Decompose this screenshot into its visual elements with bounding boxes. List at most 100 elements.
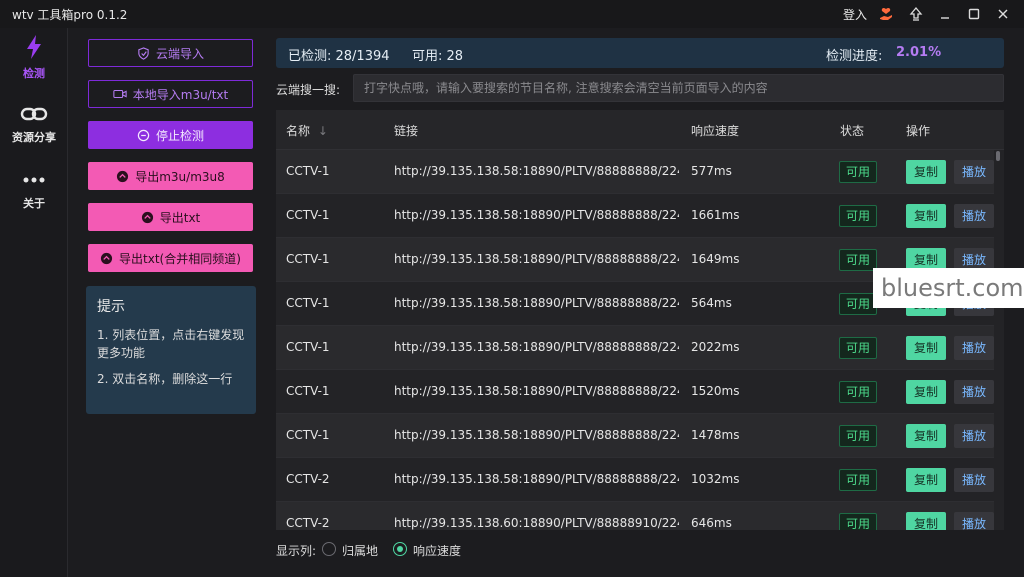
table-row[interactable]: CCTV-2 http://39.135.138.60:18890/PLTV/88…	[276, 502, 994, 530]
status-badge: 可用	[839, 425, 878, 447]
cell-name[interactable]: CCTV-1	[286, 384, 330, 398]
hand-heart-icon[interactable]	[876, 4, 896, 24]
cell-name[interactable]: CCTV-1	[286, 164, 330, 178]
cell-name[interactable]: CCTV-1	[286, 340, 330, 354]
status-badge: 可用	[839, 337, 878, 359]
play-button[interactable]: 播放	[954, 336, 994, 360]
cell-name[interactable]: CCTV-1	[286, 208, 330, 222]
table-row[interactable]: CCTV-1 http://39.135.138.58:18890/PLTV/88…	[276, 414, 994, 458]
nav-item-check[interactable]: 检测	[0, 34, 68, 81]
play-button[interactable]: 播放	[954, 160, 994, 184]
tips-panel: 提示 1. 列表位置，点击右键发现更多功能 2. 双击名称，删除这一行	[86, 286, 256, 414]
stop-check-label: 停止检测	[155, 128, 204, 143]
export-txt-merge-label: 导出txt(合并相同频道)	[119, 251, 241, 266]
status-badge: 可用	[839, 513, 878, 530]
header-name[interactable]: 名称 ↓	[286, 122, 328, 139]
available-count: 可用: 28	[412, 49, 464, 64]
cell-speed: 1032ms	[691, 472, 740, 486]
close-icon[interactable]	[993, 4, 1013, 24]
cell-speed: 1478ms	[691, 428, 740, 442]
radio-response-speed-label[interactable]: 响应速度	[413, 542, 461, 559]
export-m3u-button[interactable]: 导出m3u/m3u8	[88, 162, 253, 190]
scrollbar-thumb[interactable]	[996, 151, 1000, 161]
copy-button[interactable]: 复制	[906, 468, 946, 492]
cell-speed: 564ms	[691, 296, 732, 310]
upload-icon[interactable]	[906, 4, 926, 24]
export-txt-merge-button[interactable]: 导出txt(合并相同频道)	[88, 244, 253, 272]
table-row[interactable]: CCTV-1 http://39.135.138.58:18890/PLTV/88…	[276, 150, 994, 194]
status-badge: 可用	[839, 469, 878, 491]
export-icon	[116, 170, 129, 183]
status-badge: 可用	[839, 205, 878, 227]
copy-button[interactable]: 复制	[906, 336, 946, 360]
display-columns-label: 显示列:	[276, 544, 317, 558]
copy-button[interactable]: 复制	[906, 424, 946, 448]
table-row[interactable]: CCTV-1 http://39.135.138.58:18890/PLTV/88…	[276, 194, 994, 238]
cloud-import-label: 云端导入	[155, 46, 204, 61]
table-header: 名称 ↓ 链接 响应速度 状态 操作	[276, 110, 1004, 150]
copy-button[interactable]: 复制	[906, 512, 946, 530]
minimize-icon[interactable]	[935, 4, 955, 24]
cell-name[interactable]: CCTV-1	[286, 296, 330, 310]
status-bar: 已检测: 28/1394 可用: 28 检测进度: 2.01%	[276, 38, 1004, 68]
maximize-icon[interactable]	[964, 4, 984, 24]
progress-value: 2.01%	[896, 45, 942, 60]
local-import-button[interactable]: 本地导入m3u/txt	[88, 80, 253, 108]
cell-name[interactable]: CCTV-2	[286, 516, 330, 530]
title-bar: wtv 工具箱pro 0.1.2 登入	[0, 0, 1024, 28]
stop-check-button[interactable]: 停止检测	[88, 121, 253, 149]
nav-item-resources[interactable]: 资源分享	[0, 104, 68, 145]
export-icon	[141, 211, 154, 224]
table-row[interactable]: CCTV-1 http://39.135.138.58:18890/PLTV/88…	[276, 326, 994, 370]
radio-location[interactable]	[322, 542, 336, 556]
nav-item-about[interactable]: 关于	[0, 174, 68, 211]
login-link[interactable]: 登入	[843, 6, 867, 23]
radio-location-label[interactable]: 归属地	[342, 542, 378, 559]
status-badge: 可用	[839, 249, 878, 271]
channel-table: 名称 ↓ 链接 响应速度 状态 操作 CCTV-1 http://39.135.1…	[276, 110, 1004, 530]
cell-link: http://39.135.138.58:18890/PLTV/88888888…	[394, 384, 679, 398]
play-button[interactable]: 播放	[954, 204, 994, 228]
cell-speed: 1649ms	[691, 252, 740, 266]
copy-button[interactable]: 复制	[906, 204, 946, 228]
cell-link: http://39.135.138.58:18890/PLTV/88888888…	[394, 340, 679, 354]
cell-link: http://39.135.138.58:18890/PLTV/88888888…	[394, 252, 679, 266]
search-label: 云端搜一搜:	[276, 83, 341, 97]
tips-title: 提示	[97, 299, 125, 315]
progress-label: 检测进度:	[826, 49, 883, 64]
lightning-icon	[23, 35, 45, 63]
link-icon	[20, 107, 48, 127]
cell-name[interactable]: CCTV-1	[286, 252, 330, 266]
cell-name[interactable]: CCTV-2	[286, 472, 330, 486]
cell-speed: 1661ms	[691, 208, 740, 222]
table-scrollbar[interactable]	[995, 150, 1001, 530]
cell-link: http://39.135.138.58:18890/PLTV/88888888…	[394, 164, 679, 178]
play-button[interactable]: 播放	[954, 512, 994, 530]
watermark: bluesrt.com	[873, 268, 1024, 308]
cell-link: http://39.135.138.58:18890/PLTV/88888888…	[394, 208, 679, 222]
table-row[interactable]: CCTV-1 http://39.135.138.58:18890/PLTV/88…	[276, 370, 994, 414]
play-button[interactable]: 播放	[954, 380, 994, 404]
cell-link: http://39.135.138.58:18890/PLTV/88888888…	[394, 472, 679, 486]
search-input[interactable]	[353, 74, 1004, 102]
table-row[interactable]: CCTV-2 http://39.135.138.58:18890/PLTV/88…	[276, 458, 994, 502]
status-badge: 可用	[839, 293, 878, 315]
shield-icon	[137, 46, 150, 60]
tips-line-1: 1. 列表位置，点击右键发现更多功能	[97, 328, 245, 360]
sidebar-nav: 检测 资源分享 关于	[0, 28, 68, 577]
export-m3u-label: 导出m3u/m3u8	[135, 169, 225, 184]
export-txt-label: 导出txt	[159, 210, 201, 225]
copy-button[interactable]: 复制	[906, 380, 946, 404]
cell-name[interactable]: CCTV-1	[286, 428, 330, 442]
play-button[interactable]: 播放	[954, 468, 994, 492]
radio-response-speed[interactable]	[393, 542, 407, 556]
local-import-label: 本地导入m3u/txt	[132, 87, 229, 102]
copy-button[interactable]: 复制	[906, 160, 946, 184]
nav-item-resources-label: 资源分享	[12, 131, 56, 144]
cell-link: http://39.135.138.58:18890/PLTV/88888888…	[394, 428, 679, 442]
play-button[interactable]: 播放	[954, 424, 994, 448]
export-txt-button[interactable]: 导出txt	[88, 203, 253, 231]
export-icon	[100, 252, 113, 265]
cloud-import-button[interactable]: 云端导入	[88, 39, 253, 67]
cell-speed: 2022ms	[691, 340, 740, 354]
